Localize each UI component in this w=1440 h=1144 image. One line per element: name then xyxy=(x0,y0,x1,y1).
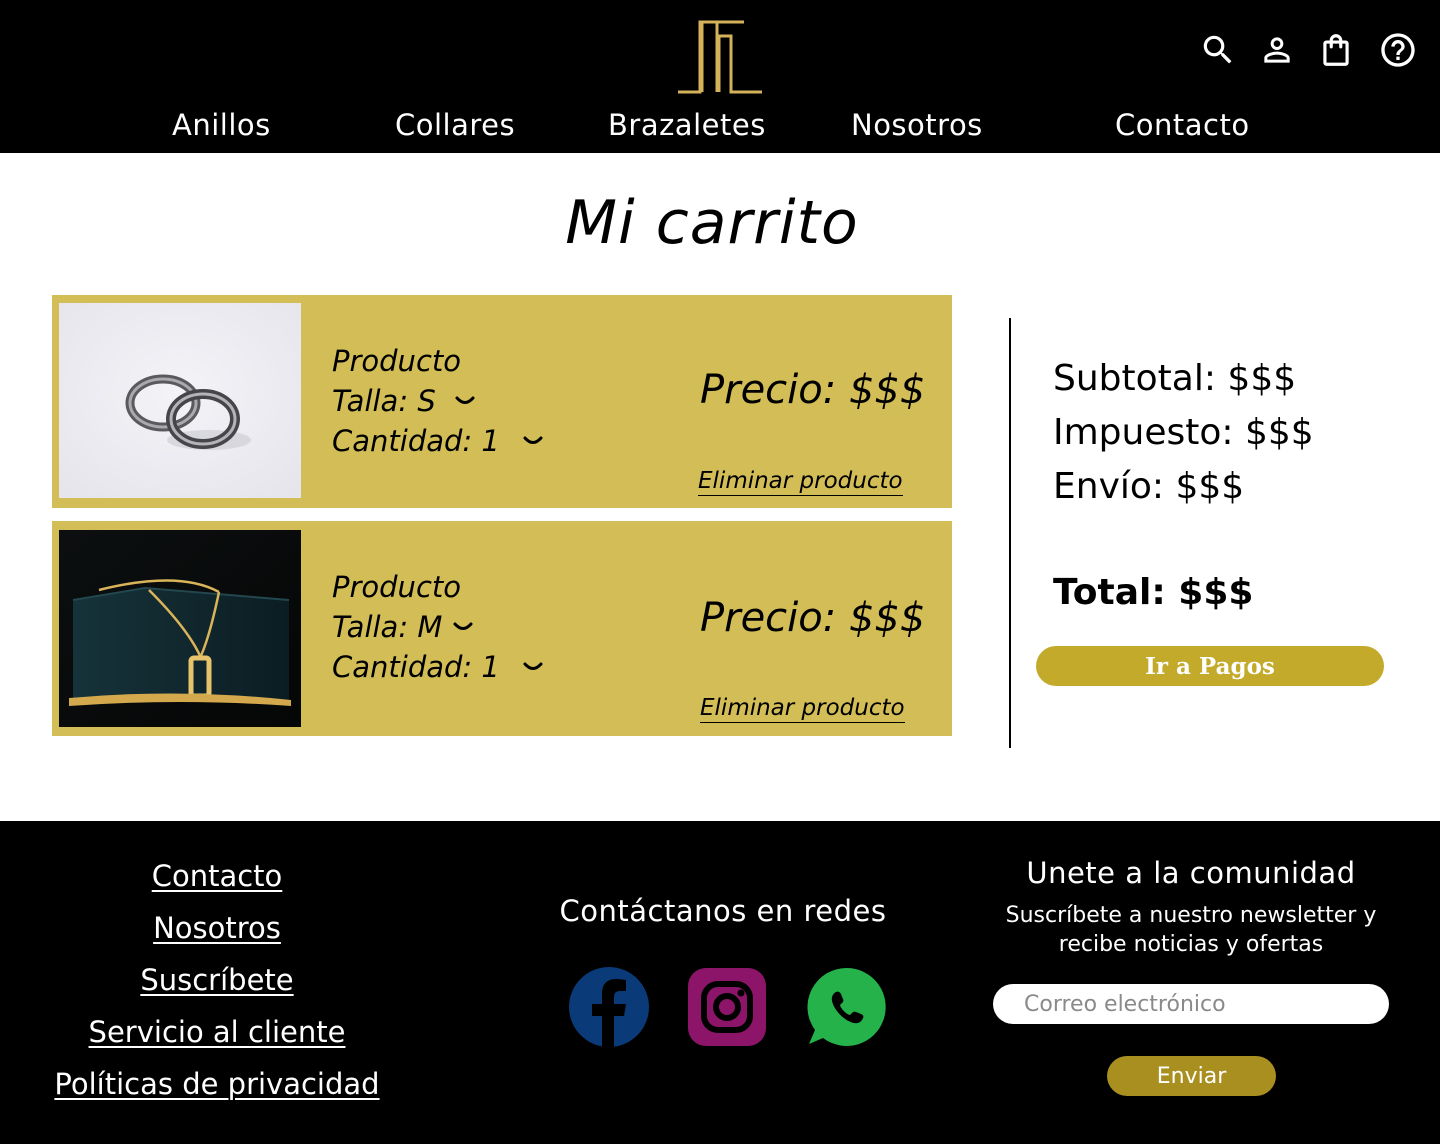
nav-brazaletes[interactable]: Brazaletes xyxy=(608,108,766,142)
summary-divider xyxy=(1009,318,1011,748)
chevron-down-icon[interactable] xyxy=(452,620,474,634)
product-name: Producto xyxy=(332,344,461,378)
search-icon[interactable] xyxy=(1198,30,1238,70)
product-price: Precio: $$$ xyxy=(700,595,926,641)
nav-contacto[interactable]: Contacto xyxy=(1115,108,1250,142)
cart-item: Producto Talla: S Cantidad: 1 Precio: $$… xyxy=(52,295,952,508)
site-header: Anillos Collares Brazaletes Nosotros Con… xyxy=(0,0,1440,153)
subtotal-text: Subtotal: $$$ xyxy=(1053,358,1297,399)
tax-text: Impuesto: $$$ xyxy=(1053,412,1314,453)
shopping-bag-icon[interactable] xyxy=(1316,30,1356,70)
size-label: Talla: S xyxy=(332,384,436,418)
send-button[interactable]: Enviar xyxy=(1107,1056,1276,1096)
product-name: Producto xyxy=(332,570,461,604)
remove-product-link[interactable]: Eliminar producto xyxy=(698,468,903,496)
community-subtitle: Suscríbete a nuestro newsletter y recibe… xyxy=(1005,903,1377,957)
nav-collares[interactable]: Collares xyxy=(395,108,515,142)
size-select[interactable]: Talla: S xyxy=(332,381,544,421)
help-icon[interactable] xyxy=(1378,30,1418,70)
footer-link-suscribete[interactable]: Suscríbete xyxy=(0,963,434,997)
size-label: Talla: M xyxy=(332,610,443,644)
cart-item: Producto Talla: M Cantidad: 1 Precio: $$… xyxy=(52,521,952,736)
quantity-label: Cantidad: 1 xyxy=(332,650,500,684)
remove-product-link[interactable]: Eliminar producto xyxy=(700,695,905,723)
nav-anillos[interactable]: Anillos xyxy=(172,108,271,142)
facebook-icon[interactable] xyxy=(568,966,650,1048)
social-title: Contáctanos en redes xyxy=(559,894,887,928)
footer-link-servicio-cliente[interactable]: Servicio al cliente xyxy=(0,1015,434,1049)
chevron-down-icon[interactable] xyxy=(522,434,544,448)
size-select[interactable]: Talla: M xyxy=(332,607,544,647)
go-to-payment-button[interactable]: Ir a Pagos xyxy=(1036,646,1384,686)
product-info: Producto Talla: S Cantidad: 1 xyxy=(332,341,544,461)
quantity-select[interactable]: Cantidad: 1 xyxy=(332,421,544,461)
email-input[interactable] xyxy=(993,984,1389,1024)
brand-logo[interactable] xyxy=(674,18,766,96)
quantity-label: Cantidad: 1 xyxy=(332,424,500,458)
total-text: Total: $$$ xyxy=(1053,572,1254,613)
chevron-down-icon[interactable] xyxy=(522,660,544,674)
nav-nosotros[interactable]: Nosotros xyxy=(851,108,983,142)
shipping-text: Envío: $$$ xyxy=(1053,466,1245,507)
chevron-down-icon[interactable] xyxy=(454,394,476,408)
whatsapp-icon[interactable] xyxy=(806,966,888,1048)
footer-link-contacto[interactable]: Contacto xyxy=(0,859,434,893)
product-image-rings xyxy=(59,303,301,498)
page-title: Mi carrito xyxy=(565,188,859,258)
product-price: Precio: $$$ xyxy=(700,367,926,413)
footer-link-privacidad[interactable]: Políticas de privacidad xyxy=(0,1067,434,1101)
site-footer: Contacto Nosotros Suscríbete Servicio al… xyxy=(0,821,1440,1144)
community-title: Unete a la comunidad xyxy=(1026,856,1356,890)
user-icon[interactable] xyxy=(1257,30,1297,70)
product-image-necklace xyxy=(59,530,301,727)
quantity-select[interactable]: Cantidad: 1 xyxy=(332,647,544,687)
instagram-icon[interactable] xyxy=(686,966,768,1048)
footer-link-nosotros[interactable]: Nosotros xyxy=(0,911,434,945)
product-info: Producto Talla: M Cantidad: 1 xyxy=(332,567,544,687)
